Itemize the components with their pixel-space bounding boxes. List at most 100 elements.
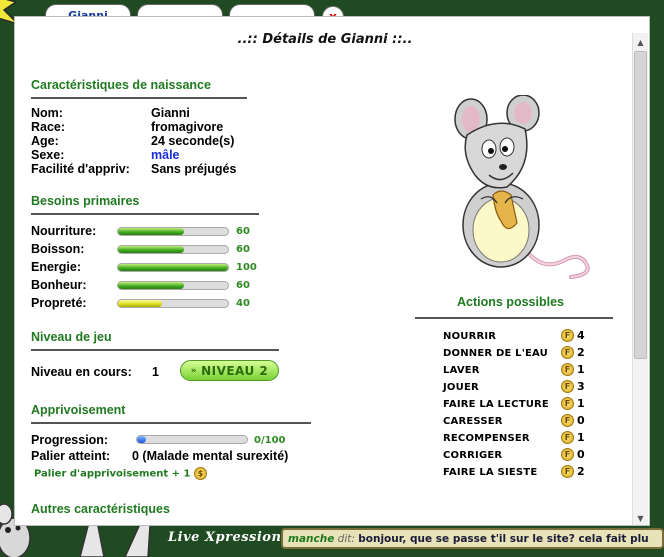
level-label: Niveau en cours: bbox=[31, 365, 132, 379]
level-value: 1 bbox=[152, 365, 159, 379]
action-item[interactable]: DONNER DE L'EAU bbox=[443, 348, 548, 359]
section-divider bbox=[31, 97, 247, 99]
section-divider bbox=[31, 422, 311, 424]
palier-value: 0 (Malade mental surexité) bbox=[132, 449, 289, 463]
action-item[interactable]: CORRIGER bbox=[443, 450, 502, 461]
section-title-tame: Apprivoisement bbox=[31, 403, 126, 417]
section-divider bbox=[31, 349, 279, 351]
need-value: 60 bbox=[236, 280, 250, 291]
coin-icon: F bbox=[561, 414, 574, 427]
need-bar bbox=[117, 245, 229, 254]
progress-bar-fill bbox=[137, 436, 146, 443]
need-value: 40 bbox=[236, 298, 250, 309]
chevrons-right-icon: » bbox=[190, 365, 198, 376]
scroll-down-icon[interactable]: ▼ bbox=[633, 511, 648, 525]
action-cost: F0 bbox=[561, 448, 585, 461]
palier-note: Palier d'apprivoisement + 1 $ bbox=[34, 467, 207, 480]
need-value: 60 bbox=[236, 226, 250, 237]
action-cost: F2 bbox=[561, 346, 585, 359]
action-item[interactable]: LAVER bbox=[443, 365, 480, 376]
live-dit: dit: bbox=[334, 533, 359, 545]
coin-icon: F bbox=[561, 363, 574, 376]
need-label: Nourriture: bbox=[31, 224, 97, 238]
action-cost: F1 bbox=[561, 431, 585, 444]
need-label: Bonheur: bbox=[31, 278, 87, 292]
action-cost: F4 bbox=[561, 329, 585, 342]
need-label: Energie: bbox=[31, 260, 82, 274]
birth-label-race: Race: bbox=[31, 120, 66, 134]
need-label: Propreté: bbox=[31, 296, 87, 310]
palier-label: Palier atteint: bbox=[31, 449, 111, 463]
birth-label-name: Nom: bbox=[31, 106, 63, 120]
action-item[interactable]: FAIRE LA LECTURE bbox=[443, 399, 549, 410]
action-cost: F1 bbox=[561, 397, 585, 410]
live-text: bonjour, que se passe t'il sur le site? … bbox=[358, 533, 649, 545]
live-xpression-logo: Live Xpression: bbox=[168, 530, 287, 545]
action-cost: F3 bbox=[561, 380, 585, 393]
need-bar-fill bbox=[118, 282, 184, 289]
action-cost: F1 bbox=[561, 363, 585, 376]
progress-bar bbox=[136, 435, 248, 444]
coin-icon: F bbox=[561, 465, 574, 478]
need-value: 60 bbox=[236, 244, 250, 255]
section-title-needs: Besoins primaires bbox=[31, 194, 140, 208]
vertical-scrollbar[interactable]: ▲ ▼ bbox=[632, 33, 648, 525]
coin-icon: F bbox=[561, 329, 574, 342]
live-message[interactable]: manche dit: bonjour, que se passe t'il s… bbox=[281, 528, 664, 549]
action-item[interactable]: RECOMPENSER bbox=[443, 433, 530, 444]
details-panel: ..:: Détails de Gianni ::.. Caractéristi… bbox=[14, 16, 650, 526]
mouse-pet-image bbox=[454, 95, 590, 279]
need-bar bbox=[117, 263, 229, 272]
birth-label-age: Age: bbox=[31, 134, 59, 148]
next-level-button[interactable]: » NIVEAU 2 bbox=[180, 360, 279, 381]
action-item[interactable]: NOURRIR bbox=[443, 331, 496, 342]
birth-value-taming: Sans préjugés bbox=[151, 162, 237, 176]
birth-value-name: Gianni bbox=[151, 106, 190, 120]
action-cost: F0 bbox=[561, 414, 585, 427]
coin-icon: F bbox=[561, 448, 574, 461]
need-bar-fill bbox=[118, 300, 162, 307]
need-bar-fill bbox=[118, 264, 228, 271]
action-item[interactable]: FAIRE LA SIESTE bbox=[443, 467, 537, 478]
live-user[interactable]: manche bbox=[288, 533, 334, 545]
page-title: ..:: Détails de Gianni ::.. bbox=[237, 32, 413, 47]
section-title-level: Niveau de jeu bbox=[31, 330, 112, 344]
need-value: 100 bbox=[236, 262, 257, 273]
progress-label: Progression: bbox=[31, 433, 109, 447]
section-title-other: Autres caractéristiques bbox=[31, 502, 170, 516]
dollar-coin-icon: $ bbox=[193, 467, 207, 480]
action-cost-value: 1 bbox=[577, 397, 585, 410]
action-item[interactable]: CARESSER bbox=[443, 416, 503, 427]
section-divider bbox=[31, 213, 259, 215]
palier-note-text: Palier d'apprivoisement + 1 bbox=[34, 468, 191, 480]
birth-value-race: fromagivore bbox=[151, 120, 224, 134]
action-cost-value: 4 bbox=[577, 329, 585, 342]
action-cost-value: 0 bbox=[577, 448, 585, 461]
action-cost: F2 bbox=[561, 465, 585, 478]
action-cost-value: 0 bbox=[577, 414, 585, 427]
need-label: Boisson: bbox=[31, 242, 85, 256]
scroll-up-icon[interactable]: ▲ bbox=[633, 35, 648, 49]
section-title-birth: Caractéristiques de naissance bbox=[31, 78, 211, 92]
progress-value: 0/100 bbox=[254, 435, 286, 446]
need-bar-fill bbox=[118, 228, 184, 235]
action-cost-value: 1 bbox=[577, 431, 585, 444]
action-cost-value: 3 bbox=[577, 380, 585, 393]
section-divider bbox=[415, 317, 613, 319]
coin-icon: F bbox=[561, 380, 574, 393]
coin-icon: F bbox=[561, 346, 574, 359]
section-title-actions: Actions possibles bbox=[457, 295, 564, 309]
birth-label-taming: Facilité d'appriv: bbox=[31, 162, 130, 176]
need-bar bbox=[117, 299, 229, 308]
next-level-label: NIVEAU 2 bbox=[201, 363, 269, 378]
action-item[interactable]: JOUER bbox=[443, 382, 479, 393]
coin-icon: F bbox=[561, 397, 574, 410]
need-bar bbox=[117, 281, 229, 290]
need-bar-fill bbox=[118, 246, 184, 253]
action-cost-value: 2 bbox=[577, 465, 585, 478]
action-cost-value: 1 bbox=[577, 363, 585, 376]
birth-value-sex[interactable]: mâle bbox=[151, 148, 180, 162]
need-bar bbox=[117, 227, 229, 236]
scrollbar-thumb[interactable] bbox=[634, 51, 647, 359]
birth-value-age: 24 seconde(s) bbox=[151, 134, 235, 148]
